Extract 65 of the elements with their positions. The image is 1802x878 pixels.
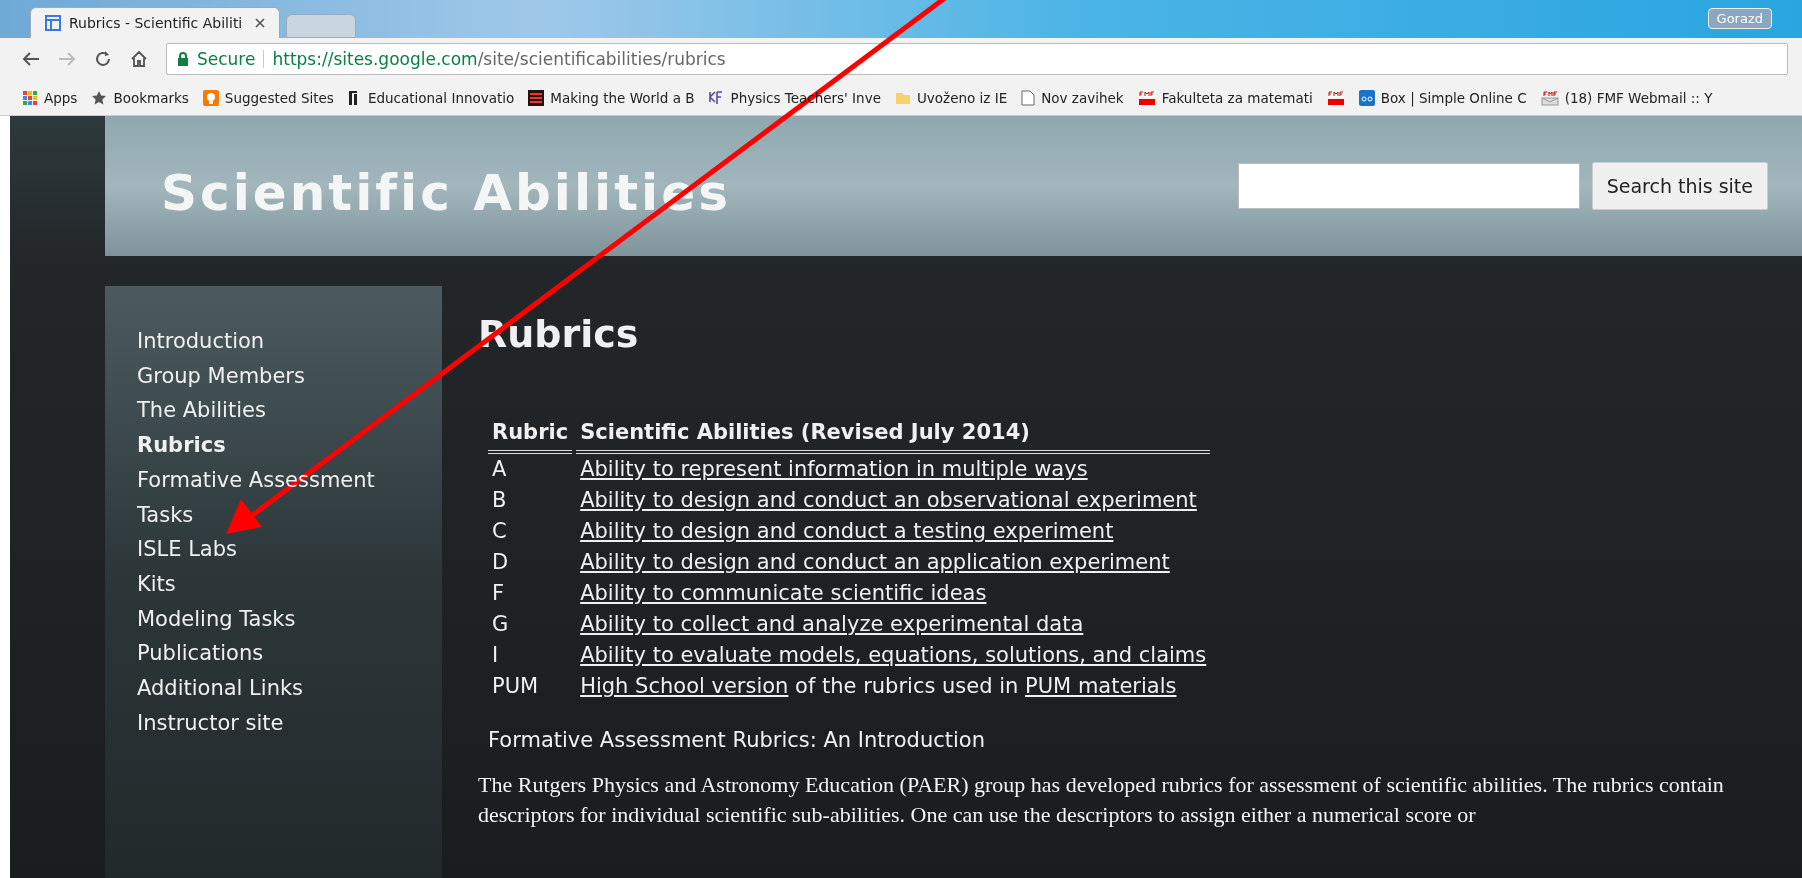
table-cell-text: I [491,642,500,669]
cell-text: of the rubrics used in [794,674,1020,698]
bookmark[interactable]: Fakulteta za matemati [1137,89,1313,106]
table-cell-text: G [491,611,510,638]
secure-label: Secure [197,49,256,69]
bookmark[interactable] [1326,89,1345,106]
table-cell-text: D [491,549,510,576]
reload-icon[interactable] [94,50,112,68]
sidebar-link[interactable]: Kits [137,566,176,602]
sidebar-link[interactable]: Group Members [137,358,305,394]
bookmark[interactable]: Nov zavihek [1021,89,1124,106]
url-text: https://sites.google.com/site/scientificabilities/rubrics [272,49,726,69]
lock-icon [177,52,189,66]
bookmark[interactable]: Bookmarks [91,89,189,106]
sidebar-link[interactable]: ISLE Labs [137,532,237,567]
bookmark[interactable]: Box | Simple Online C [1358,89,1527,106]
table-cell-text: A [491,456,508,483]
address-bar[interactable]: Secure https://sites.google.com/site/scientificabilities/rubrics [166,43,1788,75]
back-icon[interactable] [22,51,40,67]
sidebar-link[interactable]: The Abilities [137,393,266,429]
section-heading: Formative Assessment Rubrics: An Introduction [488,728,987,752]
rubric-link[interactable]: PUM materials [1025,674,1177,698]
column-header: Scientific Abilities (Revised July 2014) [576,416,1211,454]
bookmark[interactable]: Suggested Sites [202,89,334,106]
bookmark[interactable]: Making the World a B [528,89,695,106]
sidebar-link[interactable]: Rubrics [137,428,226,463]
logo-icon [1137,89,1156,106]
sidebar-link[interactable]: Publications [137,636,264,672]
search-button[interactable]: Search this site [1591,162,1768,210]
sidebar-link[interactable]: Instructor site [137,705,284,741]
sidebar-link[interactable]: Modeling Tasks [137,601,296,637]
rubric-link[interactable]: High School version [580,674,789,698]
table-cell-text: F [491,580,506,607]
apps-grid-icon [22,89,38,106]
mail-icon [1540,89,1559,106]
rubric-link[interactable]: Ability to evaluate models, equations, solutions, and claims [580,643,1207,667]
rubric-link[interactable]: Ability to design and conduct an application experiment [580,550,1170,574]
search-field[interactable] [1237,163,1580,209]
rubric-link[interactable]: Ability to design and conduct a testing experiment [580,519,1114,543]
rubric-link[interactable]: Ability to design and conduct an observational experiment [580,488,1197,512]
sidebar-link[interactable]: Introduction [137,324,265,359]
column-header: Rubric [488,416,573,454]
table-cell-text: C [491,518,508,545]
rubric-link[interactable]: Ability to communicate scientific ideas [580,581,987,605]
table-cell-text: PUM [491,673,540,700]
logo-icon [708,89,725,106]
bookmark[interactable]: Apps [22,89,78,106]
bookmark[interactable]: (18) FMF Webmail :: Y [1540,89,1713,106]
logo-icon [1358,89,1375,106]
star-icon [91,89,108,106]
bookmark[interactable]: Educational Innovatio [347,89,515,106]
sidebar-link[interactable]: Additional Links [137,671,304,706]
logo-icon [528,89,545,106]
home-icon[interactable] [130,50,148,68]
logo-icon [1326,89,1345,106]
page-layout-icon [45,15,61,31]
rubric-link[interactable]: Ability to represent information in multiple ways [580,457,1088,481]
bookmark[interactable]: Uvoženo iz IE [894,89,1008,106]
intro-paragraph: The Rutgers Physics and Astronomy Education (PAER) group has developed rubrics for assessment of scientific abilities. The rubrics contain descriptors for individual scientific sub-abilities. One can use the descriptors to assign either a numerical score or [478,771,1725,829]
table-cell-text: B [491,487,508,514]
browser-tab[interactable]: Rubrics - Scientific Abiliti [30,7,280,38]
lightbulb-icon [202,89,219,106]
rubric-link[interactable]: Ability to collect and analyze experimental data [580,612,1084,636]
close-icon[interactable] [255,18,265,28]
page-icon [1021,89,1036,106]
